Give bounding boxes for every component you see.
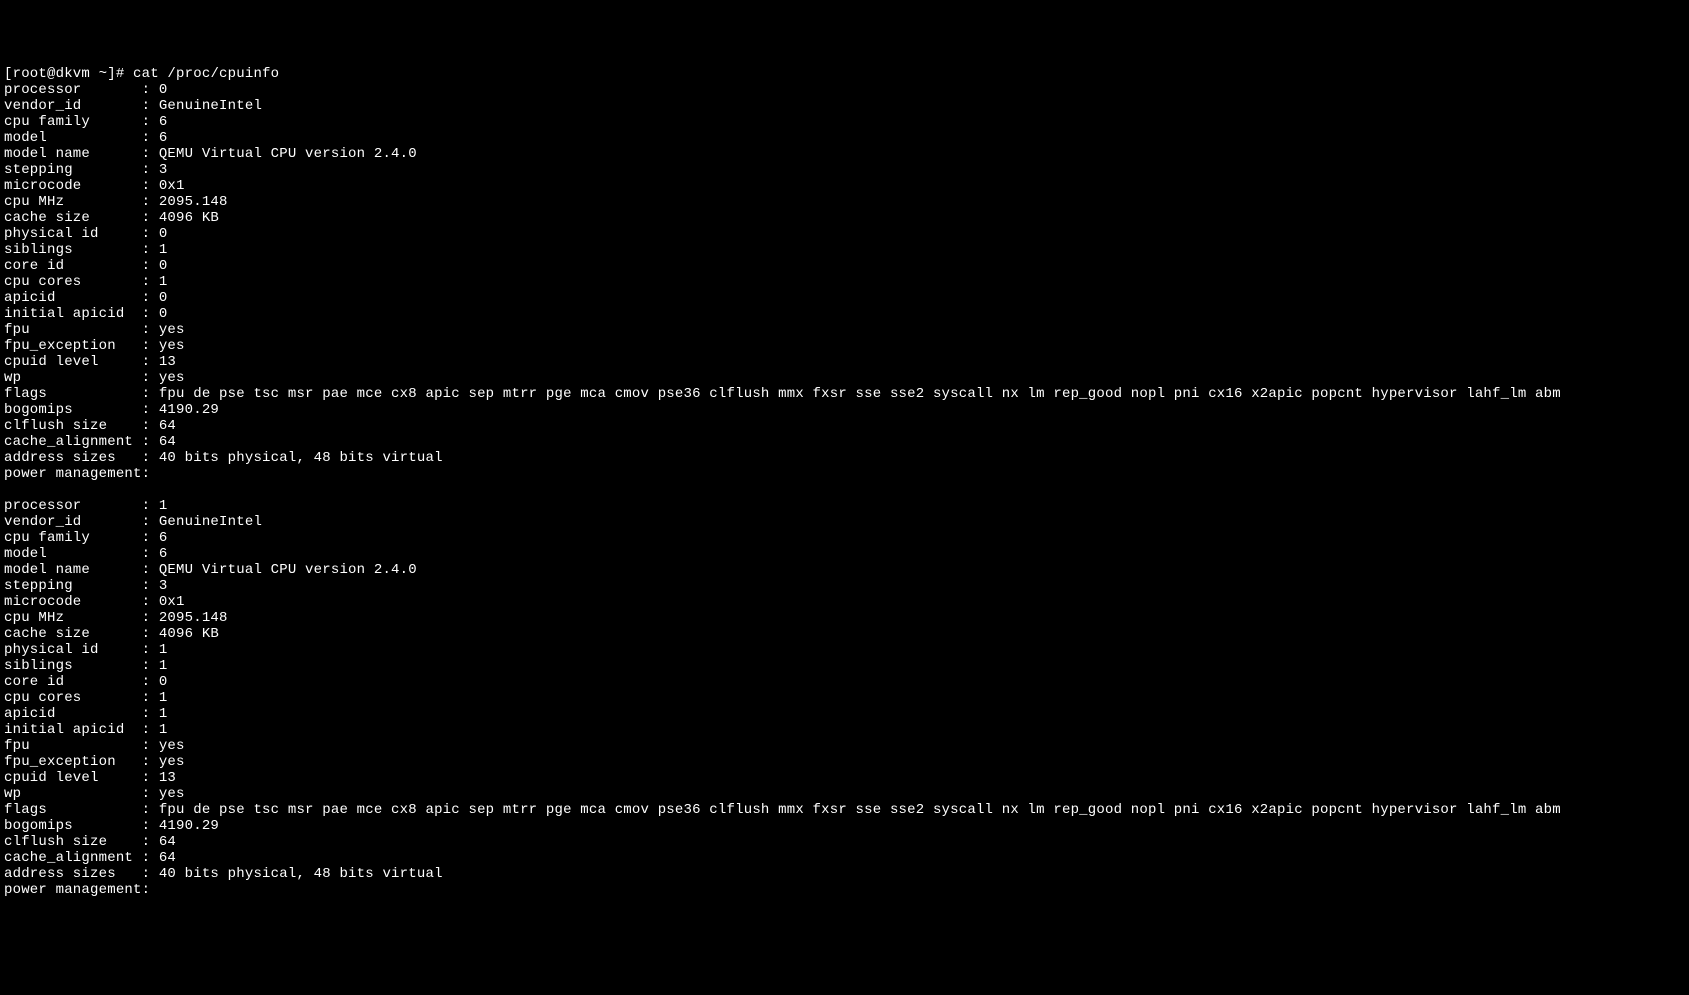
- command-output: processor : 0 vendor_id : GenuineIntel c…: [4, 82, 1561, 898]
- command: cat /proc/cpuinfo: [133, 66, 279, 82]
- terminal[interactable]: [root@dkvm ~]# cat /proc/cpuinfo process…: [4, 66, 1685, 898]
- prompt: [root@dkvm ~]#: [4, 66, 133, 82]
